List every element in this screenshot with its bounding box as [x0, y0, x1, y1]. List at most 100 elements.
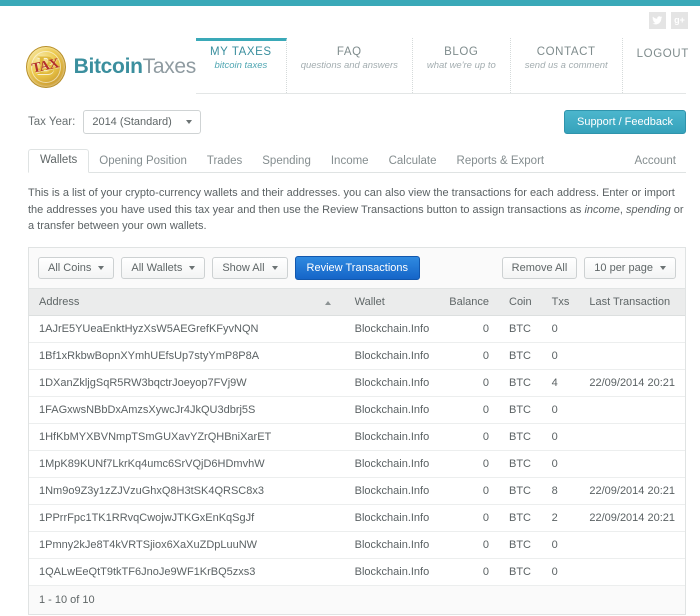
cell-address[interactable]: 1HfKbMYXBVNmpTSmGUXavYZrQHBniXarET — [29, 423, 345, 451]
per-page-select[interactable]: 10 per page — [584, 256, 676, 279]
cell-last-transaction — [579, 558, 685, 586]
all-coins-filter-label: All Coins — [48, 261, 92, 274]
cell-balance: 0 — [439, 558, 499, 586]
cell-coin: BTC — [499, 558, 542, 586]
chevron-down-icon — [660, 265, 666, 270]
sort-ascending-icon — [324, 300, 331, 305]
column-header-address[interactable]: Address — [29, 287, 345, 316]
cell-wallet: Blockchain.Info — [344, 342, 440, 370]
table-row[interactable]: 1DXanZkljgSqR5RW3bqctrJoeyop7FVj9W Block… — [29, 369, 685, 397]
show-all-filter-button[interactable]: Show All — [212, 256, 288, 279]
chevron-down-icon — [98, 265, 105, 270]
cell-coin: BTC — [499, 423, 542, 451]
nav-item-blog-subtitle: what we're up to — [426, 60, 496, 71]
wallets-toolbar: All Coins All Wallets Show All Review Tr… — [29, 248, 685, 288]
cell-last-transaction — [579, 423, 685, 451]
cell-address[interactable]: 1DXanZkljgSqR5RW3bqctrJoeyop7FVj9W — [29, 369, 345, 397]
nav-item-logout[interactable]: LOGOUT — [623, 38, 700, 93]
cell-address[interactable]: 1Nm9o9Z3y1zZJVzuGhxQ8H3tSK4QRSC8x3 — [29, 477, 345, 505]
table-row[interactable]: 1Bf1xRkbwBopnXYmhUEfsUp7styYmP8P8A Block… — [29, 342, 685, 370]
cell-address[interactable]: 1PPrrFpc1TK1RRvqCwojwJTKGxEnKqSgJf — [29, 504, 345, 532]
nav-item-faq[interactable]: FAQ questions and answers — [287, 38, 413, 93]
all-coins-filter-button[interactable]: All Coins — [38, 256, 115, 279]
column-header-txs[interactable]: Txs — [541, 287, 580, 316]
nav-item-contact-subtitle: send us a comment — [524, 60, 608, 71]
table-row[interactable]: 1PPrrFpc1TK1RRvqCwojwJTKGxEnKqSgJf Block… — [29, 504, 685, 532]
tab-opening-position[interactable]: Opening Position — [89, 151, 197, 173]
cell-balance: 0 — [439, 450, 499, 478]
cell-coin: BTC — [499, 477, 542, 505]
tab-calculate[interactable]: Calculate — [379, 151, 447, 173]
cell-wallet: Blockchain.Info — [344, 423, 440, 451]
nav-item-blog[interactable]: BLOG what we're up to — [413, 38, 511, 93]
cell-balance: 0 — [439, 477, 499, 505]
cell-coin: BTC — [499, 315, 542, 343]
tab-income[interactable]: Income — [321, 151, 379, 173]
column-header-balance[interactable]: Balance — [439, 287, 499, 316]
remove-all-button[interactable]: Remove All — [501, 256, 578, 279]
column-header-coin[interactable]: Coin — [499, 287, 542, 316]
cell-balance: 0 — [439, 396, 499, 424]
support-feedback-button[interactable]: Support / Feedback — [563, 110, 686, 134]
cell-wallet: Blockchain.Info — [344, 531, 440, 559]
cell-last-transaction — [579, 342, 685, 370]
cell-address[interactable]: 1Pmny2kJe8T4kVRTSjiox6XaXuZDpLuuNW — [29, 531, 345, 559]
cell-last-transaction — [579, 531, 685, 559]
nav-item-faq-title: FAQ — [336, 46, 362, 58]
review-transactions-button[interactable]: Review Transactions — [294, 255, 421, 280]
table-row[interactable]: 1Nm9o9Z3y1zZJVzuGhxQ8H3tSK4QRSC8x3 Block… — [29, 477, 685, 505]
remove-all-label: Remove All — [511, 261, 568, 274]
table-row[interactable]: 1FAGxwsNBbDxAmzsXywcJr4JkQU3dbrj5S Block… — [29, 396, 685, 424]
cell-address[interactable]: 1Bf1xRkbwBopnXYmhUEfsUp7styYmP8P8A — [29, 342, 345, 370]
cell-wallet: Blockchain.Info — [344, 396, 440, 424]
intro-emphasis-income: income — [584, 203, 620, 216]
table-row[interactable]: 1QALwEeQtT9tkTF6JnoJe9WF1KrBQ5zxs3 Block… — [29, 558, 685, 586]
table-row[interactable]: 1AJrE5YUeaEnktHyzXsW5AEGrefKFyvNQN Block… — [29, 315, 685, 343]
column-header-wallet[interactable]: Wallet — [344, 287, 440, 316]
tab-spending[interactable]: Spending — [252, 151, 321, 173]
cell-txs: 0 — [541, 450, 580, 478]
pagination-summary: 1 - 10 of 10 — [29, 585, 685, 614]
intro-emphasis-spending: spending — [626, 203, 671, 216]
cell-address[interactable]: 1MpK89KUNf7LkrKq4umc6SrVQjD6HDmvhW — [29, 450, 345, 478]
column-header-last-transaction[interactable]: Last Transaction — [579, 287, 685, 316]
cell-last-transaction — [579, 450, 685, 478]
cell-address[interactable]: 1AJrE5YUeaEnktHyzXsW5AEGrefKFyvNQN — [29, 315, 345, 343]
cell-last-transaction — [579, 315, 685, 343]
cell-address[interactable]: 1QALwEeQtT9tkTF6JnoJe9WF1KrBQ5zxs3 — [29, 558, 345, 586]
section-tabs: Wallets Opening Position Trades Spending… — [28, 148, 686, 173]
cell-balance: 0 — [439, 504, 499, 532]
chevron-down-icon — [185, 120, 192, 124]
table-row[interactable]: 1HfKbMYXBVNmpTSmGUXavYZrQHBniXarET Block… — [29, 423, 685, 451]
table-row[interactable]: 1Pmny2kJe8T4kVRTSjiox6XaXuZDpLuuNW Block… — [29, 531, 685, 559]
nav-item-my-taxes[interactable]: MY TAXES bitcoin taxes — [196, 38, 287, 93]
cell-coin: BTC — [499, 396, 542, 424]
wallets-panel: All Coins All Wallets Show All Review Tr… — [28, 246, 686, 615]
cell-address[interactable]: 1FAGxwsNBbDxAmzsXywcJr4JkQU3dbrj5S — [29, 396, 345, 424]
tax-year-label: Tax Year: — [28, 116, 76, 128]
cell-coin: BTC — [499, 450, 542, 478]
google-plus-icon[interactable]: g+ — [671, 11, 688, 29]
main-navigation: MY TAXES bitcoin taxes FAQ questions and… — [196, 38, 688, 94]
wallets-table: Address Wallet Balance Coin Txs Last Tra… — [29, 287, 685, 586]
table-header-row: Address Wallet Balance Coin Txs Last Tra… — [29, 287, 685, 316]
tab-account[interactable]: Account — [624, 151, 686, 173]
tab-reports-export[interactable]: Reports & Export — [447, 151, 555, 173]
table-row[interactable]: 1MpK89KUNf7LkrKq4umc6SrVQjD6HDmvhW Block… — [29, 450, 685, 478]
nav-item-logout-title: LOGOUT — [636, 48, 689, 60]
all-wallets-filter-button[interactable]: All Wallets — [121, 256, 206, 279]
tax-year-select[interactable]: 2014 (Standard) — [83, 110, 201, 134]
intro-text-part1: This is a list of your crypto-currency w… — [28, 187, 675, 216]
brand-name-bold: Bitcoin — [73, 55, 143, 78]
tab-wallets[interactable]: Wallets — [28, 148, 90, 173]
nav-item-contact[interactable]: CONTACT send us a comment — [511, 38, 623, 93]
cell-coin: BTC — [499, 531, 542, 559]
cell-coin: BTC — [499, 504, 542, 532]
twitter-icon[interactable] — [649, 11, 666, 29]
cell-balance: 0 — [439, 423, 499, 451]
nav-item-contact-title: CONTACT — [536, 46, 596, 58]
tab-trades[interactable]: Trades — [197, 151, 252, 173]
brand-logo[interactable]: Ƀ TAX BitcoinTaxes — [26, 34, 196, 88]
column-header-address-label: Address — [39, 295, 80, 308]
site-header: Ƀ TAX BitcoinTaxes MY TAXES bitcoin taxe… — [0, 34, 700, 94]
